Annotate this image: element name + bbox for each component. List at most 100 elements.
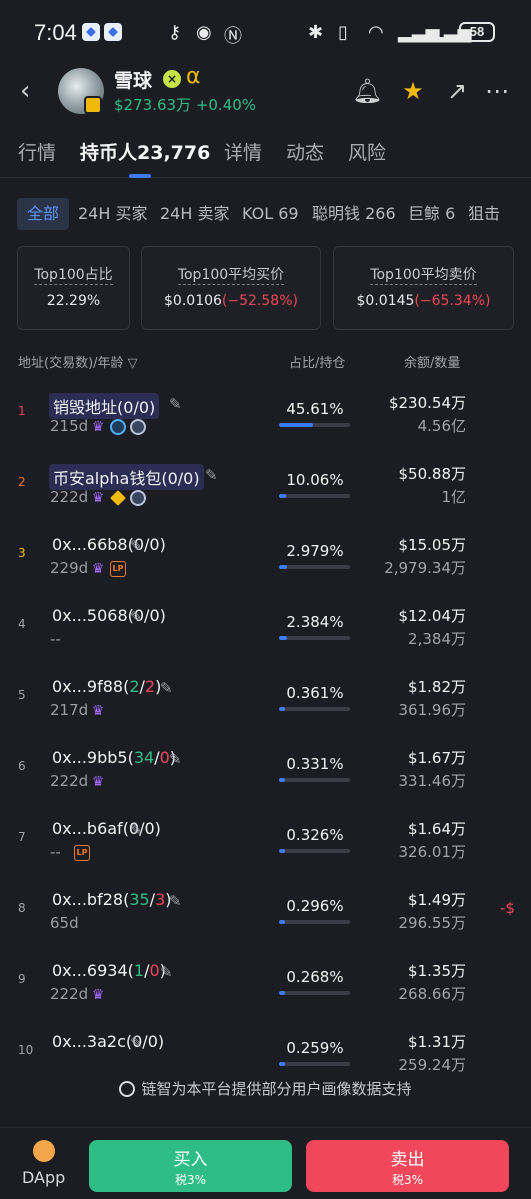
tab-details[interactable]: 详情 (224, 138, 262, 165)
card-label[interactable]: Top100平均卖价 (370, 267, 477, 285)
table-row[interactable]: 6 0x...9bb5(34/0) ✎ 222d 0.331% $1.67万 3… (0, 748, 531, 822)
card-label[interactable]: Top100占比 (34, 267, 113, 285)
column-header-share[interactable]: 占比/持仓 (289, 352, 345, 371)
card-label[interactable]: Top100平均买价 (177, 267, 285, 285)
share-icon[interactable]: ↗ (442, 76, 472, 106)
holder-age: 222d (50, 772, 89, 790)
edit-icon[interactable]: ✎ (130, 821, 143, 839)
filter-icon[interactable]: ▽ (124, 356, 138, 371)
dapp-icon[interactable] (33, 1140, 55, 1162)
holder-age: 65d (50, 914, 79, 932)
holding-value: $1.49万 (408, 891, 466, 909)
column-header-balance[interactable]: 余额/数量 (404, 352, 460, 371)
chain-badge-icon (84, 96, 102, 114)
chip-whales[interactable]: 巨鲸 6 (398, 198, 465, 230)
holder-age: 222d (50, 488, 89, 506)
market-cap: $273.63万 (114, 96, 192, 114)
table-row[interactable]: 8 0x...bf28(35/3) ✎ 65d 0.296% $1.49万 29… (0, 890, 531, 964)
holder-address[interactable]: 0x...9bb5(34/0) (52, 748, 176, 767)
chip-smart-money[interactable]: 聪明钱 266 (302, 198, 406, 230)
holder-age: -- (50, 630, 61, 648)
table-row[interactable]: 3 0x...66b8(0/0) ✎ 229d 2.979% $15.05万 2… (0, 535, 531, 609)
table-row[interactable]: 2 币安alpha钱包(0/0) ✎ 222d 10.06% $50.88万 1… (0, 464, 531, 538)
holder-address[interactable]: 0x...66b8(0/0) (52, 535, 166, 554)
edit-icon[interactable]: ✎ (130, 1034, 143, 1052)
edit-icon[interactable]: ✎ (130, 537, 143, 555)
holder-address[interactable]: 0x...bf28(35/3) (52, 890, 172, 909)
x-badge-icon: × (163, 70, 181, 88)
tab-market[interactable]: 行情 (18, 138, 56, 165)
holder-address[interactable]: 0x...3a2c(0/0) (52, 1032, 164, 1051)
tab-activity[interactable]: 动态 (286, 138, 324, 165)
sell-button[interactable]: 卖出 税3% (306, 1140, 509, 1192)
holding-quantity: 361.96万 (398, 701, 467, 719)
holder-address[interactable]: 0x...6934(1/0) (52, 961, 166, 980)
chip-24h-buyers[interactable]: 24H 买家 (68, 198, 157, 230)
row-rank: 6 (18, 759, 26, 773)
holding-share-fill (279, 849, 286, 853)
edit-icon[interactable]: ✎ (169, 892, 182, 910)
chip-all[interactable]: 全部 (17, 198, 70, 230)
table-row[interactable]: 7 0x...b6af(0/0) ✎ -- 0.326% $1.64万 326.… (0, 819, 531, 893)
holding-share: 0.326% (286, 826, 344, 844)
holding-share-fill (279, 778, 286, 782)
holder-address[interactable]: 销毁地址(0/0) (49, 393, 160, 419)
row-rank: 1 (18, 404, 26, 418)
edit-icon[interactable]: ✎ (160, 963, 173, 981)
row-rank: 3 (18, 546, 26, 560)
row-rank: 7 (18, 830, 26, 844)
holder-address[interactable]: 币安alpha钱包(0/0) (49, 464, 204, 490)
holding-share-bar (279, 849, 350, 853)
vibrate-icon: ▯ (338, 22, 348, 43)
edit-icon[interactable]: ✎ (130, 608, 143, 626)
holder-address[interactable]: 0x...b6af(0/0) (52, 819, 161, 838)
star-icon[interactable]: ★ (398, 76, 428, 106)
holding-value: $1.64万 (408, 820, 466, 838)
bell-icon[interactable]: 🔔︎ (352, 76, 382, 106)
holding-quantity: 326.01万 (398, 843, 467, 861)
edit-icon[interactable]: ✎ (169, 750, 182, 768)
back-icon[interactable]: ‹ (20, 76, 30, 106)
holding-share: 0.259% (286, 1039, 344, 1057)
card-change: (−65.34%) (414, 293, 491, 309)
edit-icon[interactable]: ✎ (160, 679, 173, 697)
tab-risk[interactable]: 风险 (348, 138, 386, 165)
edit-icon[interactable]: ✎ (205, 466, 218, 484)
tab-holders[interactable]: 持币人23,776 (80, 138, 210, 165)
buy-button[interactable]: 买入 税3% (89, 1140, 292, 1192)
chip-kol[interactable]: KOL 69 (232, 198, 309, 230)
holder-address[interactable]: 0x...9f88(2/2) (52, 677, 161, 696)
edit-icon[interactable]: ✎ (169, 395, 182, 413)
holding-share-fill (279, 494, 287, 498)
table-row[interactable]: 1 销毁地址(0/0) ✎ 215d 45.61% $230.54万 4.56亿… (0, 393, 531, 467)
data-source-note: 链智为本平台提供部分用户画像数据支持 (0, 1078, 531, 1106)
holding-share-bar (279, 707, 350, 711)
table-row[interactable]: 9 0x...6934(1/0) ✎ 222d 0.268% $1.35万 26… (0, 961, 531, 1035)
holding-share-bar (279, 423, 350, 427)
more-icon[interactable]: ⋯ (482, 76, 512, 106)
holding-quantity: 331.46万 (398, 772, 467, 790)
coin-price: $273.63万 +0.40% (114, 94, 256, 115)
row-rank: 5 (18, 688, 26, 702)
card-top100-avg-sell: Top100平均卖价 $0.0145(−65.34%) (333, 246, 514, 330)
holder-age: 215d (50, 417, 89, 435)
dapp-label[interactable]: DApp (22, 1168, 65, 1187)
status-bar: 7:04 ⚷ ◉ Ⓝ ✱ ▯ ◠ ▂▃▅ ▂▃▅ 58 (0, 0, 531, 64)
bnb-icon (110, 490, 126, 506)
chip-snipers[interactable]: 狙击 (458, 198, 510, 230)
holding-share: 0.296% (286, 897, 344, 915)
holding-quantity: 2,979.34万 (384, 559, 466, 577)
card-change: (−52.58%) (221, 293, 298, 309)
table-row[interactable]: 5 0x...9f88(2/2) ✎ 217d 0.361% $1.82万 36… (0, 677, 531, 751)
alpha-icon: α (186, 64, 201, 89)
holding-value: $12.04万 (398, 607, 467, 625)
card-value: $0.0145 (356, 293, 415, 309)
tab-bar: 行情 持币人23,776 详情 动态 风险 (0, 134, 531, 178)
chip-24h-sellers[interactable]: 24H 卖家 (150, 198, 239, 230)
holding-value: $50.88万 (398, 465, 467, 483)
table-row[interactable]: 4 0x...5068(0/0) ✎ -- 2.384% $12.04万 2,3… (0, 606, 531, 680)
holder-address[interactable]: 0x...5068(0/0) (52, 606, 166, 625)
column-header-address[interactable]: 地址(交易数)/年龄 ▽ (18, 352, 138, 371)
card-top100-share: Top100占比 22.29% (17, 246, 130, 330)
holding-share-bar (279, 636, 350, 640)
